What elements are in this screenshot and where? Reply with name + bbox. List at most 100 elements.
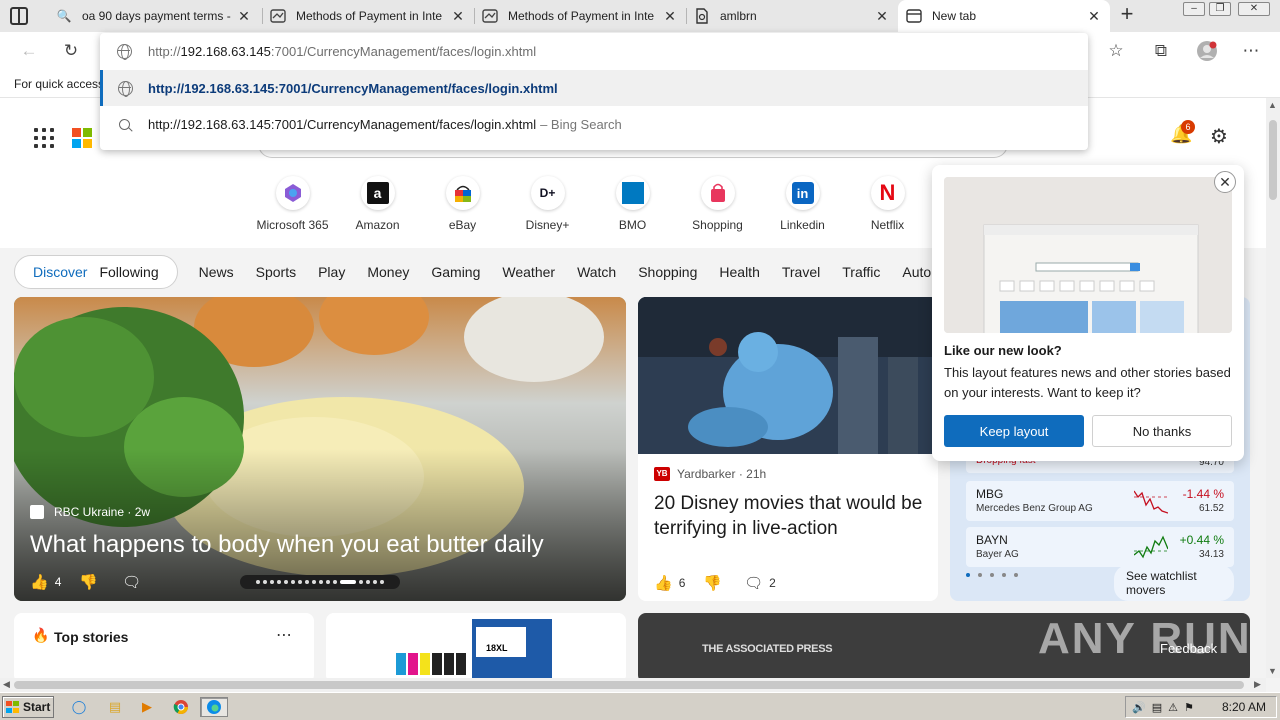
anyrun-watermark: ANY RUN (1038, 614, 1252, 663)
hero-source: RBC Ukraine · 2w (30, 505, 150, 519)
hero-title[interactable]: What happens to body when you eat butter… (30, 531, 544, 559)
dislike-icon[interactable]: 👎 (79, 573, 98, 591)
scroll-up-icon[interactable]: ▲ (1268, 100, 1277, 110)
tab-2[interactable]: Methods of Payment in Inte ✕ (262, 0, 474, 32)
quicklink-disney-plus[interactable]: D+ Disney+ (505, 176, 590, 236)
flame-icon: 🔥 (32, 627, 50, 643)
start-button[interactable]: Start (2, 696, 54, 718)
yardbarker-icon: YB (654, 467, 670, 481)
nav-weather[interactable]: Weather (502, 264, 555, 280)
feedback-button[interactable]: Feedback (1160, 641, 1217, 656)
folder-icon[interactable]: ▤ (104, 697, 126, 717)
quicklink-bmo[interactable]: BMO (590, 176, 675, 236)
page-dot[interactable] (966, 573, 970, 577)
comment-icon[interactable]: 🗨 (122, 573, 141, 591)
edge-icon[interactable] (200, 697, 228, 717)
nav-health[interactable]: Health (719, 264, 759, 280)
dislike-icon[interactable]: 👎 (703, 574, 722, 592)
close-icon[interactable]: ✕ (874, 8, 890, 25)
hero-article-card[interactable]: RBC Ukraine · 2w What happens to body wh… (14, 297, 626, 601)
scroll-thumb[interactable] (14, 681, 1244, 689)
quicklink-shopping[interactable]: Shopping (675, 176, 760, 236)
suggestion-url[interactable]: http://192.168.63.145:7001/CurrencyManag… (100, 70, 1088, 106)
collections-icon[interactable]: ⧉ (1150, 40, 1172, 62)
close-icon[interactable]: ✕ (236, 8, 252, 25)
nav-sports[interactable]: Sports (256, 264, 296, 280)
page-dot[interactable] (1014, 573, 1018, 577)
microsoft-logo[interactable] (72, 128, 92, 148)
nav-gaming[interactable]: Gaming (431, 264, 480, 280)
separator-dot: · (124, 505, 135, 519)
minimize-button[interactable]: – (1183, 2, 1205, 16)
media-player-icon[interactable]: ▶ (136, 697, 158, 717)
source-name: RBC Ukraine (54, 505, 125, 519)
scroll-left-icon[interactable]: ◀ (3, 679, 10, 690)
article-card[interactable]: YB Yardbarker · 21h 20 Disney movies tha… (638, 297, 938, 601)
stock-row-bayn[interactable]: BAYN Bayer AG +0.44 % 34.13 (966, 527, 1234, 567)
scroll-thumb[interactable] (1269, 120, 1277, 200)
refresh-icon[interactable]: ↻ (60, 40, 82, 62)
nav-play[interactable]: Play (318, 264, 345, 280)
article-title[interactable]: 20 Disney movies that would be terrifyin… (654, 491, 926, 541)
nav-watch[interactable]: Watch (577, 264, 616, 280)
page-icon (270, 8, 286, 24)
nav-auto[interactable]: Auto (902, 264, 931, 280)
keep-layout-button[interactable]: Keep layout (944, 415, 1084, 447)
tab-4[interactable]: amlbrn ✕ (686, 0, 898, 32)
horizontal-scrollbar[interactable]: ◀ ▶ (0, 678, 1266, 692)
quicklink-netflix[interactable]: N Netflix (845, 176, 930, 236)
tab-5-active[interactable]: New tab ✕ (898, 0, 1110, 32)
scroll-right-icon[interactable]: ▶ (1254, 679, 1261, 690)
profile-avatar[interactable] (1196, 40, 1218, 62)
vertical-scrollbar[interactable]: ▲ ▼ (1266, 98, 1280, 678)
nav-traffic[interactable]: Traffic (842, 264, 880, 280)
see-watchlist-movers-button[interactable]: See watchlist movers (1114, 565, 1234, 601)
like-icon[interactable]: 👍 (654, 574, 673, 592)
more-options-icon[interactable]: ⋯ (276, 625, 292, 645)
quicklink-microsoft-365[interactable]: Microsoft 365 (250, 176, 335, 236)
maximize-button[interactable]: ❐ (1209, 2, 1231, 16)
address-bar-input[interactable]: http://192.168.63.145:7001/CurrencyManag… (100, 33, 1088, 69)
tab-discover[interactable]: Discover (27, 264, 93, 280)
close-icon[interactable]: ✕ (1086, 8, 1102, 25)
carousel-dots[interactable] (240, 575, 400, 589)
volume-icon[interactable]: 🔊 (1132, 701, 1146, 714)
close-icon[interactable]: ✕ (1214, 171, 1236, 193)
security-icon[interactable]: ⚠ (1168, 701, 1178, 714)
tab-1[interactable]: 🔍 oa 90 days payment terms - ✕ (48, 0, 260, 32)
ad-card[interactable]: 18XL (326, 613, 626, 678)
quicklink-ebay[interactable]: eBay (420, 176, 505, 236)
network-icon[interactable]: ▤ (1152, 701, 1162, 714)
quicklink-linkedin[interactable]: in Linkedin (760, 176, 845, 236)
page-dot[interactable] (978, 573, 982, 577)
new-tab-button[interactable]: + (1116, 3, 1138, 26)
more-menu-icon[interactable]: ⋯ (1240, 40, 1262, 62)
tab-following[interactable]: Following (93, 264, 164, 280)
quicklink-amazon[interactable]: a Amazon (335, 176, 420, 236)
close-window-button[interactable]: ✕ (1238, 2, 1270, 16)
page-dot[interactable] (990, 573, 994, 577)
tab-3[interactable]: Methods of Payment in Inte ✕ (474, 0, 686, 32)
nav-news[interactable]: News (199, 264, 234, 280)
nav-money[interactable]: Money (367, 264, 409, 280)
suggestion-search[interactable]: http://192.168.63.145:7001/CurrencyManag… (100, 106, 1088, 142)
nav-shopping[interactable]: Shopping (638, 264, 697, 280)
internet-explorer-icon[interactable]: ◯ (68, 697, 90, 717)
favorites-star-icon[interactable]: ☆ (1105, 40, 1127, 62)
page-dot[interactable] (1002, 573, 1006, 577)
close-icon[interactable]: ✕ (450, 8, 466, 25)
comment-icon[interactable]: 🗨 (744, 574, 763, 592)
action-flag-icon[interactable]: ⚑ (1184, 701, 1194, 714)
app-launcher-icon[interactable] (34, 128, 54, 148)
chrome-icon[interactable] (170, 697, 192, 717)
like-icon[interactable]: 👍 (30, 573, 49, 591)
back-icon[interactable]: ← (18, 40, 40, 62)
nav-travel[interactable]: Travel (782, 264, 820, 280)
disney-plus-icon: D+ (530, 176, 565, 210)
settings-gear-icon[interactable]: ⚙ (1208, 124, 1230, 148)
tab-actions-icon[interactable] (10, 7, 28, 25)
scroll-down-icon[interactable]: ▼ (1268, 666, 1277, 676)
no-thanks-button[interactable]: No thanks (1092, 415, 1232, 447)
stock-row-mbg[interactable]: MBG Mercedes Benz Group AG -1.44 % 61.52 (966, 481, 1234, 521)
close-icon[interactable]: ✕ (662, 8, 678, 25)
